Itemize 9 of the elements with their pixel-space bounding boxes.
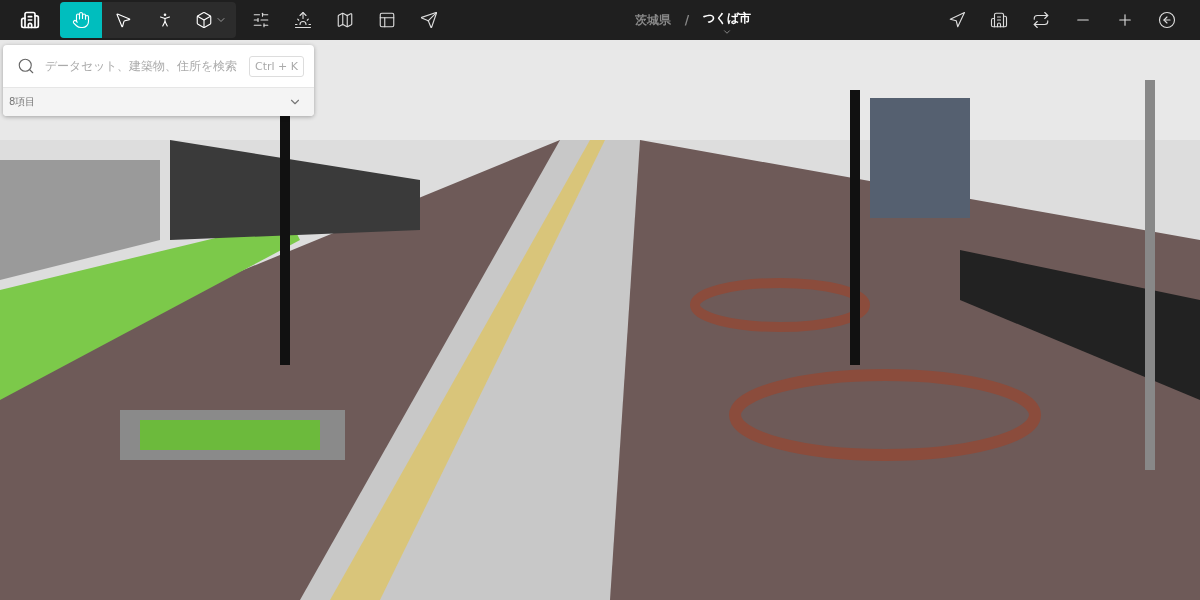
hand-icon xyxy=(72,11,90,29)
cube-icon xyxy=(195,11,213,29)
search-icon xyxy=(17,57,35,75)
city-dropdown[interactable]: つくば市 xyxy=(703,3,752,37)
breadcrumb-separator: / xyxy=(684,13,690,27)
dataset-count-toggle[interactable]: 8項目 xyxy=(3,88,314,116)
shortcut-hint: Ctrl + K xyxy=(249,55,304,77)
prefecture-link[interactable]: 茨城県 xyxy=(634,11,671,29)
pointer-icon xyxy=(114,11,132,29)
